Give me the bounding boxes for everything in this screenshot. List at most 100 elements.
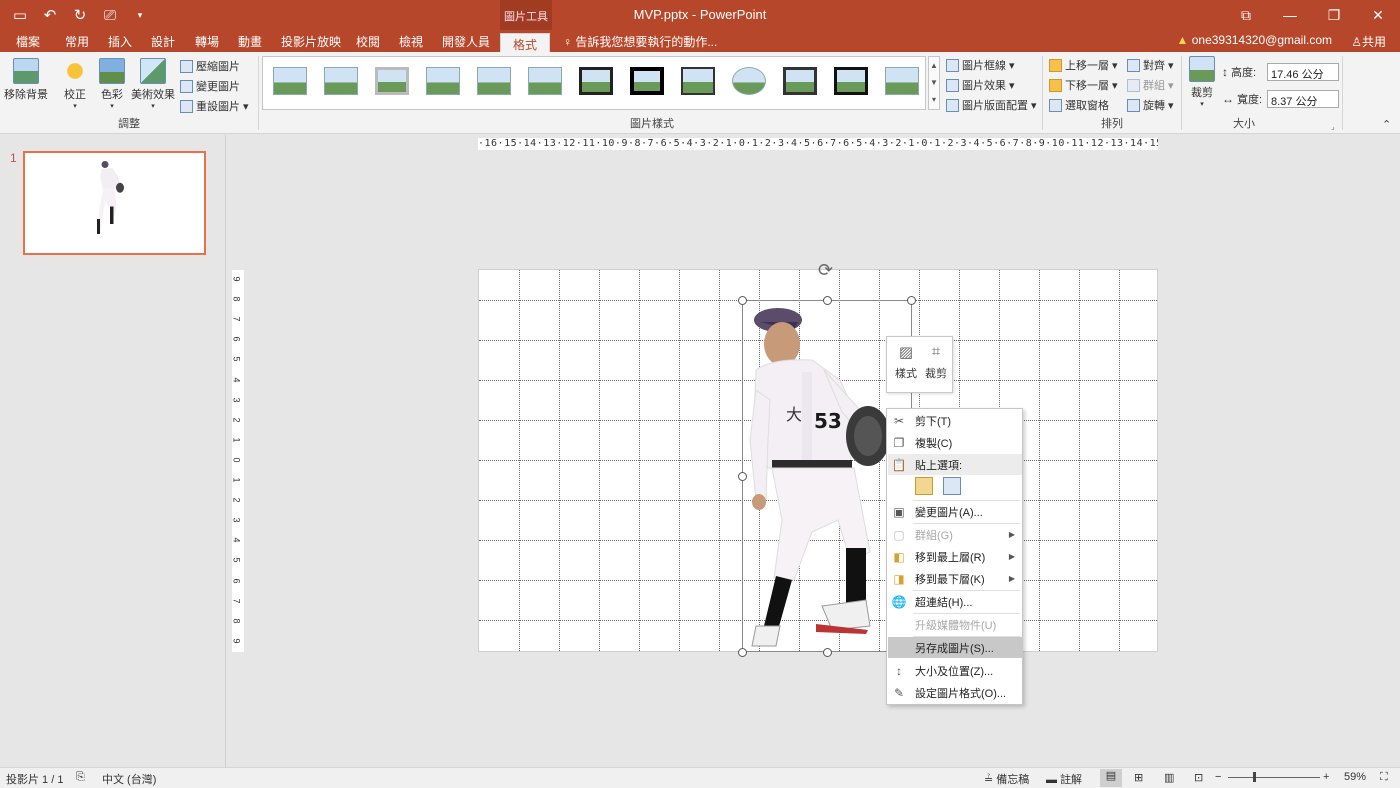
- resize-handle-b[interactable]: [823, 648, 832, 657]
- reading-view-icon[interactable]: ▥: [1164, 771, 1174, 784]
- spell-check-icon[interactable]: ⎘: [76, 771, 85, 784]
- resize-handle-t[interactable]: [823, 296, 832, 305]
- picture-layout-button[interactable]: 圖片版面配置 ▾: [946, 97, 1037, 113]
- submenu-arrow-icon: ▶: [1008, 574, 1015, 583]
- tab-view[interactable]: 檢視: [399, 33, 423, 50]
- group-button[interactable]: 群組 ▾: [1127, 77, 1174, 93]
- account[interactable]: ▲ one39314320@gmail.com: [1177, 33, 1333, 47]
- zoom-slider-thumb[interactable]: [1253, 772, 1256, 782]
- crop-button[interactable]: 裁剪 ▾: [1186, 56, 1218, 108]
- picture-style-2[interactable]: [324, 67, 358, 95]
- picture-style-10[interactable]: [732, 67, 766, 95]
- menu-item-change-picture[interactable]: ▣ 變更圖片(A)...: [888, 501, 1022, 522]
- gallery-scroll[interactable]: ▲ ▼ ▾: [928, 56, 940, 110]
- picture-style-5[interactable]: [477, 67, 511, 95]
- slide-sorter-icon[interactable]: ⊞: [1134, 771, 1143, 784]
- picture-style-4[interactable]: [426, 67, 460, 95]
- tell-me-search[interactable]: ♀ 告訴我您想要執行的動作...: [563, 33, 717, 50]
- picture-border-button[interactable]: 圖片框線 ▾: [946, 57, 1015, 73]
- send-backward-button[interactable]: 下移一層 ▾: [1049, 77, 1118, 93]
- notes-button[interactable]: ≟ 備忘稿: [984, 771, 1029, 787]
- color-button[interactable]: 色彩 ▾: [98, 58, 126, 110]
- compress-pictures-button[interactable]: 壓縮圖片: [180, 58, 240, 74]
- rotate-handle-icon[interactable]: ⟳: [818, 260, 838, 280]
- picture-style-8[interactable]: [630, 67, 664, 95]
- resize-handle-bl[interactable]: [738, 648, 747, 657]
- menu-item-send-to-back[interactable]: ◨ 移到最下層(K) ▶: [888, 568, 1022, 589]
- resize-handle-tl[interactable]: [738, 296, 747, 305]
- remove-background-button[interactable]: 移除背景: [4, 58, 48, 102]
- menu-item-format-picture[interactable]: ✎ 設定圖片格式(O)...: [888, 682, 1022, 703]
- resize-handle-l[interactable]: [738, 472, 747, 481]
- size-dialog-launcher-icon[interactable]: ⌟: [1331, 122, 1335, 131]
- menu-item-group[interactable]: ▢ 群組(G) ▶: [888, 524, 1022, 545]
- tab-transitions[interactable]: 轉場: [195, 33, 219, 50]
- minimize-icon[interactable]: —: [1268, 0, 1312, 30]
- artistic-effects-button[interactable]: 美術效果 ▾: [130, 58, 176, 110]
- maximize-icon[interactable]: ❐: [1312, 0, 1356, 30]
- share-button[interactable]: ♙共用: [1351, 33, 1386, 50]
- picture-styles-gallery[interactable]: [262, 56, 926, 110]
- menu-item-size-position[interactable]: ↕ 大小及位置(Z)...: [888, 660, 1022, 681]
- fit-to-window-icon[interactable]: ⛶: [1380, 771, 1388, 784]
- paste-as-picture-icon[interactable]: [943, 477, 961, 495]
- zoom-slider[interactable]: [1228, 777, 1320, 778]
- tab-home[interactable]: 常用: [65, 33, 89, 50]
- menu-paste-options-header: 📋 貼上選項:: [888, 454, 1022, 475]
- corrections-button[interactable]: 校正 ▾: [60, 58, 90, 110]
- tab-slideshow[interactable]: 投影片放映: [281, 33, 341, 50]
- corrections-label: 校正: [64, 89, 86, 101]
- normal-view-icon[interactable]: ▤: [1100, 769, 1122, 787]
- resize-handle-tr[interactable]: [907, 296, 916, 305]
- menu-item-save-as-picture[interactable]: 另存成圖片(S)...: [888, 637, 1022, 658]
- zoom-level[interactable]: 59%: [1344, 771, 1366, 783]
- artistic-effects-label: 美術效果: [131, 89, 175, 101]
- language-status[interactable]: 中文 (台灣): [102, 771, 156, 787]
- warning-icon: ▲: [1176, 33, 1192, 47]
- ribbon-display-options-icon[interactable]: ⧉: [1224, 0, 1268, 30]
- tab-design[interactable]: 設計: [151, 33, 175, 50]
- picture-style-13[interactable]: [885, 67, 919, 95]
- width-input[interactable]: 8.37 公分: [1267, 90, 1339, 108]
- menu-item-cut[interactable]: ✂ 剪下(T): [888, 410, 1022, 431]
- picture-effects-button[interactable]: 圖片效果 ▾: [946, 77, 1015, 93]
- tab-animations[interactable]: 動畫: [238, 33, 262, 50]
- picture-style-12[interactable]: [834, 67, 868, 95]
- comments-button[interactable]: ▬ 註解: [1046, 771, 1082, 787]
- close-icon[interactable]: ✕: [1356, 0, 1400, 30]
- reset-picture-button[interactable]: 重設圖片 ▾: [180, 98, 249, 114]
- crop-mini-button[interactable]: ⌗ 裁剪: [922, 343, 950, 381]
- tab-format[interactable]: 格式: [500, 33, 551, 52]
- height-input[interactable]: 17.46 公分: [1267, 63, 1339, 81]
- zoom-in-icon[interactable]: +: [1323, 771, 1329, 783]
- menu-item-hyperlink[interactable]: 🌐 超連結(H)...: [888, 591, 1022, 612]
- tab-insert[interactable]: 插入: [108, 33, 132, 50]
- picture-style-7[interactable]: [579, 67, 613, 95]
- menu-item-bring-to-front-label: 移到最上層(R): [915, 551, 986, 564]
- rotate-button[interactable]: 旋轉 ▾: [1127, 97, 1174, 113]
- slide-number: 1: [10, 151, 17, 165]
- tab-file[interactable]: 檔案: [16, 33, 40, 50]
- collapse-ribbon-icon[interactable]: ⌃: [1382, 118, 1391, 131]
- change-picture-button[interactable]: 變更圖片: [180, 78, 240, 94]
- lightbulb-icon: ♀: [563, 35, 576, 49]
- menu-item-copy[interactable]: ❐ 複製(C): [888, 432, 1022, 453]
- paste-keep-source-icon[interactable]: [915, 477, 933, 495]
- picture-style-1[interactable]: [273, 67, 307, 95]
- menu-item-bring-to-front[interactable]: ◧ 移到最上層(R) ▶: [888, 546, 1022, 567]
- slide-thumbnail-1[interactable]: [23, 151, 206, 255]
- tab-developer[interactable]: 開發人員: [442, 33, 490, 50]
- comment-icon: ▬: [1046, 774, 1061, 786]
- menu-item-upgrade-media[interactable]: 升級媒體物件(U): [888, 614, 1022, 635]
- style-button[interactable]: ▨ 樣式: [892, 343, 920, 381]
- slideshow-view-icon[interactable]: ⊡: [1194, 771, 1203, 784]
- picture-style-9[interactable]: [681, 67, 715, 95]
- bring-forward-button[interactable]: 上移一層 ▾: [1049, 57, 1118, 73]
- zoom-out-icon[interactable]: −: [1215, 771, 1221, 783]
- picture-style-6[interactable]: [528, 67, 562, 95]
- tab-review[interactable]: 校閱: [356, 33, 380, 50]
- selection-pane-button[interactable]: 選取窗格: [1049, 97, 1109, 113]
- picture-style-3[interactable]: [375, 67, 409, 95]
- picture-style-11[interactable]: [783, 67, 817, 95]
- align-button[interactable]: 對齊 ▾: [1127, 57, 1174, 73]
